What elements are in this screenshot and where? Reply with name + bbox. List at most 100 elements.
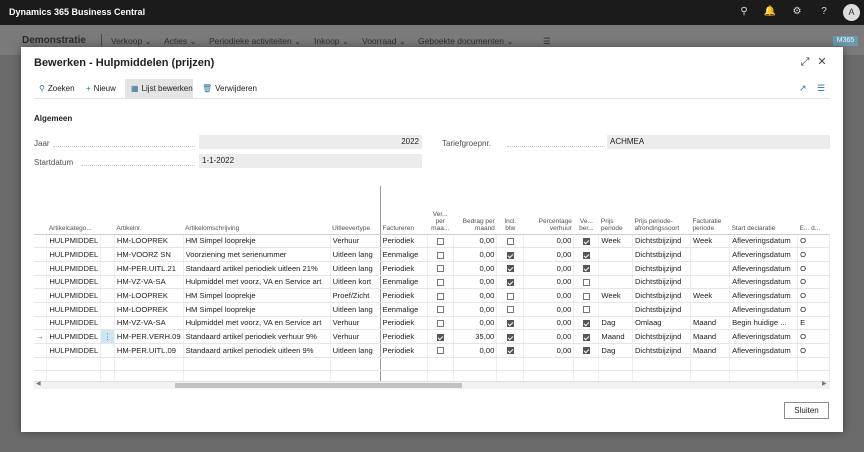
table-cell[interactable]: Week xyxy=(690,234,731,249)
col-header[interactable]: Incl. btw xyxy=(496,186,524,235)
table-cell[interactable]: Proef/Zicht xyxy=(330,288,381,303)
row-actions-icon[interactable] xyxy=(100,261,115,276)
delete-button[interactable]: 🗑 Verwijderen xyxy=(202,79,257,98)
col-header[interactable]: Prijs periode xyxy=(598,186,633,235)
checkbox-cell[interactable] xyxy=(427,275,454,290)
checkbox[interactable] xyxy=(506,347,514,355)
checkbox[interactable] xyxy=(436,319,444,327)
tariefgroep-field[interactable]: ACHMEA xyxy=(607,135,830,149)
table-cell[interactable]: 0,00 xyxy=(453,234,498,249)
table-cell[interactable]: HM-LOOPREK xyxy=(114,302,184,317)
table-cell[interactable]: HM-PER.UITL.21 xyxy=(114,261,184,276)
table-cell[interactable]: Voorziening met serienummer xyxy=(183,247,331,262)
col-header[interactable]: Start declaratie xyxy=(729,186,798,235)
table-cell[interactable]: 35,00 xyxy=(453,329,498,344)
table-cell[interactable]: Eenmalige xyxy=(380,302,428,317)
menu-voorraad[interactable]: Voorraad ⌄ xyxy=(362,36,406,47)
col-header[interactable]: Uitleevertype xyxy=(330,186,381,235)
col-header[interactable]: Prijs periode-afrondingssoort xyxy=(632,186,691,235)
row-actions-icon[interactable]: ⋮ xyxy=(100,329,115,344)
table-cell[interactable]: Dichtstbijzijnd xyxy=(632,288,691,303)
table-cell[interactable] xyxy=(797,357,830,372)
row-actions-icon[interactable] xyxy=(100,302,115,317)
new-button[interactable]: + Nieuw xyxy=(86,79,116,98)
row-actions-icon[interactable] xyxy=(100,234,115,249)
search-icon[interactable]: ⚲ xyxy=(737,5,751,19)
checkbox-cell[interactable] xyxy=(496,302,525,317)
table-cell[interactable]: 0,00 xyxy=(523,234,575,249)
table-cell[interactable]: O xyxy=(797,329,830,344)
table-cell[interactable]: O xyxy=(797,275,830,290)
table-cell[interactable]: 0,00 xyxy=(523,329,575,344)
table-cell[interactable]: HULPMIDDEL xyxy=(46,302,102,317)
table-cell[interactable]: Afleveringsdatum xyxy=(729,261,799,276)
checkbox-cell[interactable] xyxy=(427,247,454,262)
row-actions-icon[interactable] xyxy=(100,288,115,303)
table-cell[interactable]: Verhuur xyxy=(330,316,381,331)
horizontal-scrollbar[interactable]: ◀ ▶ xyxy=(34,381,830,389)
table-cell[interactable] xyxy=(496,357,525,372)
checkbox[interactable] xyxy=(436,278,444,286)
gear-icon[interactable]: ⚙ xyxy=(790,5,804,19)
table-cell[interactable]: HULPMIDDEL xyxy=(46,247,102,262)
checkbox-cell[interactable] xyxy=(427,316,454,331)
checkbox[interactable] xyxy=(506,278,514,286)
table-cell[interactable]: 0,00 xyxy=(453,288,498,303)
table-cell[interactable]: Standaard artikel periodiek uitleen 9% xyxy=(183,343,331,358)
table-cell[interactable] xyxy=(598,275,633,290)
table-cell[interactable]: Dichtstbijzijnd xyxy=(632,343,691,358)
table-cell[interactable]: Verhuur xyxy=(330,234,381,249)
table-row[interactable]: HULPMIDDEL HM-VOORZ SN Voorziening met ser… xyxy=(34,247,830,262)
table-cell[interactable]: Uitleen lang xyxy=(330,302,381,317)
table-cell[interactable]: O xyxy=(797,261,830,276)
bell-icon[interactable]: 🔔 xyxy=(763,5,777,19)
table-cell[interactable]: Verhuur xyxy=(330,329,381,344)
close-icon[interactable]: ✕ xyxy=(815,55,829,69)
table-cell[interactable] xyxy=(114,357,184,372)
table-cell[interactable]: Week xyxy=(690,288,731,303)
search-button[interactable]: ⚲ Zoeken xyxy=(39,79,75,98)
row-actions-icon[interactable] xyxy=(100,247,115,262)
checkbox-cell[interactable] xyxy=(573,329,600,344)
scroll-left-icon[interactable]: ◀ xyxy=(36,380,41,387)
table-cell[interactable]: Uitleen lang xyxy=(330,247,381,262)
table-cell[interactable]: HM-LOOPREK xyxy=(114,288,184,303)
table-row[interactable]: HULPMIDDEL HM-LOOPREK HM Simpel looprekje P… xyxy=(34,288,830,303)
table-cell[interactable]: HULPMIDDEL xyxy=(46,288,102,303)
checkbox[interactable] xyxy=(582,306,590,314)
table-row[interactable]: → HULPMIDDEL ⋮ HM-PER.VERH.09 Standaard arti… xyxy=(34,329,830,344)
checkbox[interactable] xyxy=(436,237,444,245)
table-cell[interactable]: O xyxy=(797,288,830,303)
table-cell[interactable]: Afleveringsdatum xyxy=(729,247,799,262)
table-cell[interactable]: Dichtstbijzijnd xyxy=(632,275,691,290)
row-actions-icon[interactable] xyxy=(100,316,115,331)
table-cell[interactable]: 0,00 xyxy=(523,316,575,331)
checkbox[interactable] xyxy=(506,237,514,245)
empty-row[interactable] xyxy=(34,357,830,372)
checkbox[interactable] xyxy=(582,292,590,300)
table-cell[interactable]: O xyxy=(797,234,830,249)
table-cell[interactable] xyxy=(690,247,731,262)
table-cell[interactable]: Dag xyxy=(598,343,633,358)
checkbox[interactable] xyxy=(506,333,514,341)
checkbox-cell[interactable] xyxy=(427,234,454,249)
table-cell[interactable]: HULPMIDDEL xyxy=(46,275,102,290)
checkbox-cell[interactable] xyxy=(573,288,600,303)
table-cell[interactable]: HM Simpel looprekje xyxy=(183,302,331,317)
checkbox-cell[interactable] xyxy=(496,234,525,249)
startdatum-field[interactable]: 1-1-2022 xyxy=(199,154,422,168)
checkbox-cell[interactable] xyxy=(496,288,525,303)
table-cell[interactable]: Periodiek xyxy=(380,329,428,344)
col-header[interactable]: Ver... per maa... xyxy=(427,186,454,235)
checkbox-cell[interactable] xyxy=(427,302,454,317)
table-cell[interactable]: Maand xyxy=(598,329,633,344)
col-header[interactable]: Artikelnr. xyxy=(114,186,184,235)
checkbox[interactable] xyxy=(582,265,590,273)
table-cell[interactable] xyxy=(598,302,633,317)
checkbox[interactable] xyxy=(582,251,590,259)
table-cell[interactable]: Afleveringsdatum xyxy=(729,288,799,303)
row-actions-icon[interactable] xyxy=(100,275,115,290)
col-header[interactable]: Factureren xyxy=(380,186,428,235)
table-cell[interactable] xyxy=(100,357,115,372)
table-cell[interactable] xyxy=(729,357,799,372)
